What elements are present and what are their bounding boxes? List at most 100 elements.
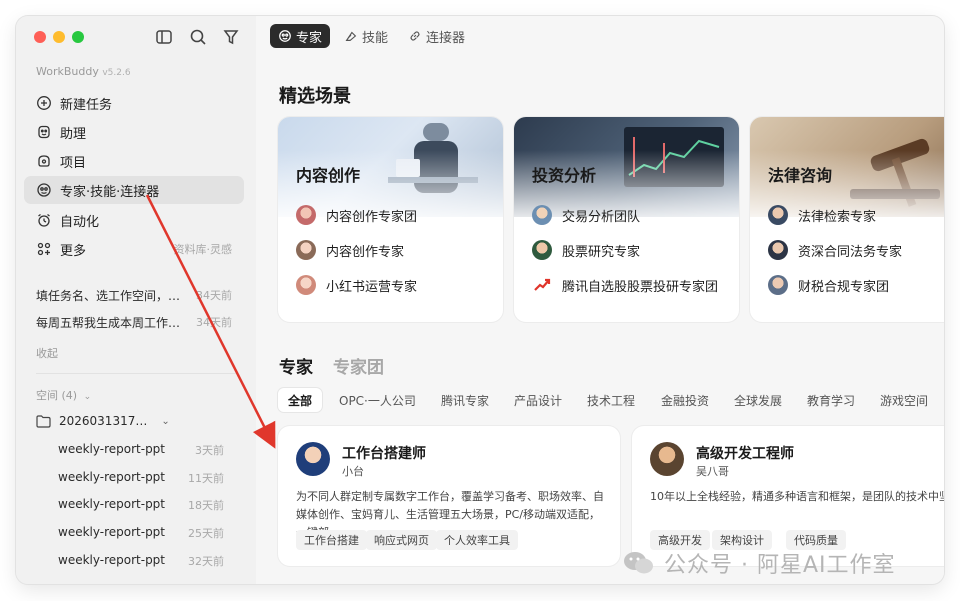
scene-item[interactable]: 交易分析团队 [532,205,640,225]
category-chip[interactable]: 教育学习 [797,388,865,412]
file-date: 11天前 [188,472,224,485]
file-name: weekly-report-ppt [58,442,166,456]
category-chip[interactable]: 全部 [278,388,323,412]
avatar [296,442,330,476]
nav-label: 项目 [60,155,87,171]
category-chip[interactable]: OPC·一人公司 [329,388,426,412]
file-item[interactable]: weekly-report-ppt 11天前 [58,470,224,486]
avatar [768,205,788,225]
maximize-window-button[interactable] [72,31,84,43]
file-item[interactable]: weekly-report-ppt 25天前 [58,525,224,541]
category-chip[interactable]: 金融投资 [651,388,719,412]
file-item[interactable]: weekly-report-ppt 32天前 [58,553,224,569]
minimize-window-button[interactable] [53,31,65,43]
avatar [768,275,788,295]
nav-automation[interactable]: 自动化 [24,206,244,234]
avatar [296,205,316,225]
scene-item-label: 内容创作专家 [326,244,405,260]
scene-item[interactable]: 小红书运营专家 [296,275,417,295]
skill-icon [345,31,357,41]
app-title: WorkBuddy v5.2.6 [36,65,131,78]
category-chip[interactable]: 全球发展 [724,388,792,412]
scene-item[interactable]: 内容创作专家 [296,240,404,260]
project-icon [38,155,50,167]
nav-label: 自动化 [60,214,100,230]
avatar [532,205,552,225]
file-name: weekly-report-ppt [58,470,166,484]
avatar [532,240,552,260]
scene-item[interactable]: 法律检索专家 [768,205,876,225]
nav-new-task[interactable]: 新建任务 [24,89,244,117]
app-version: v5.2.6 [102,68,131,78]
watermark-text: 公众号 · 阿星AI工作室 [664,553,896,578]
folder-icon [36,414,51,428]
task-item[interactable]: 填任务名、选工作空间，… 34天前 [36,287,232,304]
sidebar-toggle-icon[interactable] [154,27,174,47]
divider [36,373,236,374]
tab-connectors[interactable]: 连接器 [400,24,473,48]
scene-item[interactable]: 财税合规专家团 [768,275,889,295]
category-chip[interactable]: 技术工程 [577,388,645,412]
scene-item[interactable]: 内容创作专家团 [296,205,417,225]
expert-name: 工作台搭建师 [342,446,426,462]
scene-item[interactable]: 资深合同法务专家 [768,240,902,260]
sidebar: WorkBuddy v5.2.6 新建任务 助理 项目 专家·技能·连接器 自动… [16,16,256,584]
tab-expert-team[interactable]: 专家团 [333,353,384,378]
featured-title: 精选场景 [279,86,351,107]
expert-subtitle: 吴八哥 [696,465,729,478]
spaces-label: 空间 (4) [36,389,78,402]
tag: 个人效率工具 [436,530,518,550]
nav-experts-skills-connectors[interactable]: 专家·技能·连接器 [24,176,244,204]
main-panel: 专家 技能 连接器 精选场景 内容创作 内容创作专家团 内容创作专家 小红书运营… [256,16,944,584]
file-date: 3天前 [195,444,224,457]
avatar [768,240,788,260]
category-chip[interactable]: 游戏空间 [870,388,938,412]
scene-item[interactable]: 股票研究专家 [532,240,640,260]
scene-item-label: 小红书运营专家 [326,279,418,295]
nav-project[interactable]: 项目 [24,147,244,175]
task-item[interactable]: 每周五帮我生成本周工作… 34天前 [36,314,232,331]
category-chip[interactable]: 产品设计 [504,388,572,412]
scene-card[interactable]: 投资分析 交易分析团队 股票研究专家 腾讯自选股股票投研专家团 [514,117,739,322]
scene-item-label: 交易分析团队 [562,209,641,225]
filter-icon[interactable] [221,27,241,47]
expert-card[interactable]: 高级开发工程师 吴八哥 10年以上全栈经验，精通多种语言和框架，是团队的技术中坚… [632,426,944,566]
spaces-toggle[interactable]: 空间 (4) ⌄ [36,387,91,403]
watermark: 公众号 · 阿星AI工作室 [622,547,896,579]
tag: 响应式网页 [366,530,437,550]
close-window-button[interactable] [34,31,46,43]
avatar [296,275,316,295]
tab-experts[interactable]: 专家 [270,24,331,48]
tab-expert[interactable]: 专家 [279,353,313,378]
scene-title: 投资分析 [532,166,597,185]
scene-item[interactable]: 腾讯自选股股票投研专家团 [532,275,718,295]
scene-item-label: 股票研究专家 [562,244,641,260]
app-window: WorkBuddy v5.2.6 新建任务 助理 项目 专家·技能·连接器 自动… [16,16,944,584]
task-title: 每周五帮我生成本周工作… [36,316,181,330]
folder-item[interactable]: 2026031317… ⌄ [36,414,170,428]
scene-card[interactable]: 内容创作 内容创作专家团 内容创作专家 小红书运营专家 [278,117,503,322]
app-name: WorkBuddy [36,65,99,78]
nav-assistant[interactable]: 助理 [24,118,244,146]
scene-item-label: 腾讯自选股股票投研专家团 [562,279,719,295]
nav-label: 专家·技能·连接器 [60,184,160,200]
tab-skills[interactable]: 技能 [336,24,396,48]
category-chip[interactable]: 腾讯专家 [431,388,499,412]
search-icon[interactable] [188,27,208,47]
scene-item-label: 法律检索专家 [798,209,877,225]
nav-more[interactable]: 更多 资料库·灵感 [24,235,244,263]
expert-description: 10年以上全栈经验，精通多种语言和框架，是团队的技术中坚 [650,490,944,503]
plus-circle-icon [37,96,51,110]
wechat-icon [624,552,653,574]
scene-item-label: 财税合规专家团 [798,279,890,295]
grid-icon [37,242,51,256]
file-date: 32天前 [188,555,224,568]
expert-card[interactable]: 工作台搭建师 小台 为不同人群定制专属数字工作台，覆盖学习备考、职场效率、自媒体… [278,426,620,566]
task-date: 34天前 [196,289,232,302]
file-item[interactable]: weekly-report-ppt 18天前 [58,497,224,513]
stock-app-icon [532,275,552,295]
file-item[interactable]: weekly-report-ppt 3天前 [58,442,224,458]
collapse-button[interactable]: 收起 [36,345,58,361]
scene-card[interactable]: 法律咨询 法律检索专家 资深合同法务专家 财税合规专家团 [750,117,944,322]
nav-label: 更多 [60,243,87,259]
